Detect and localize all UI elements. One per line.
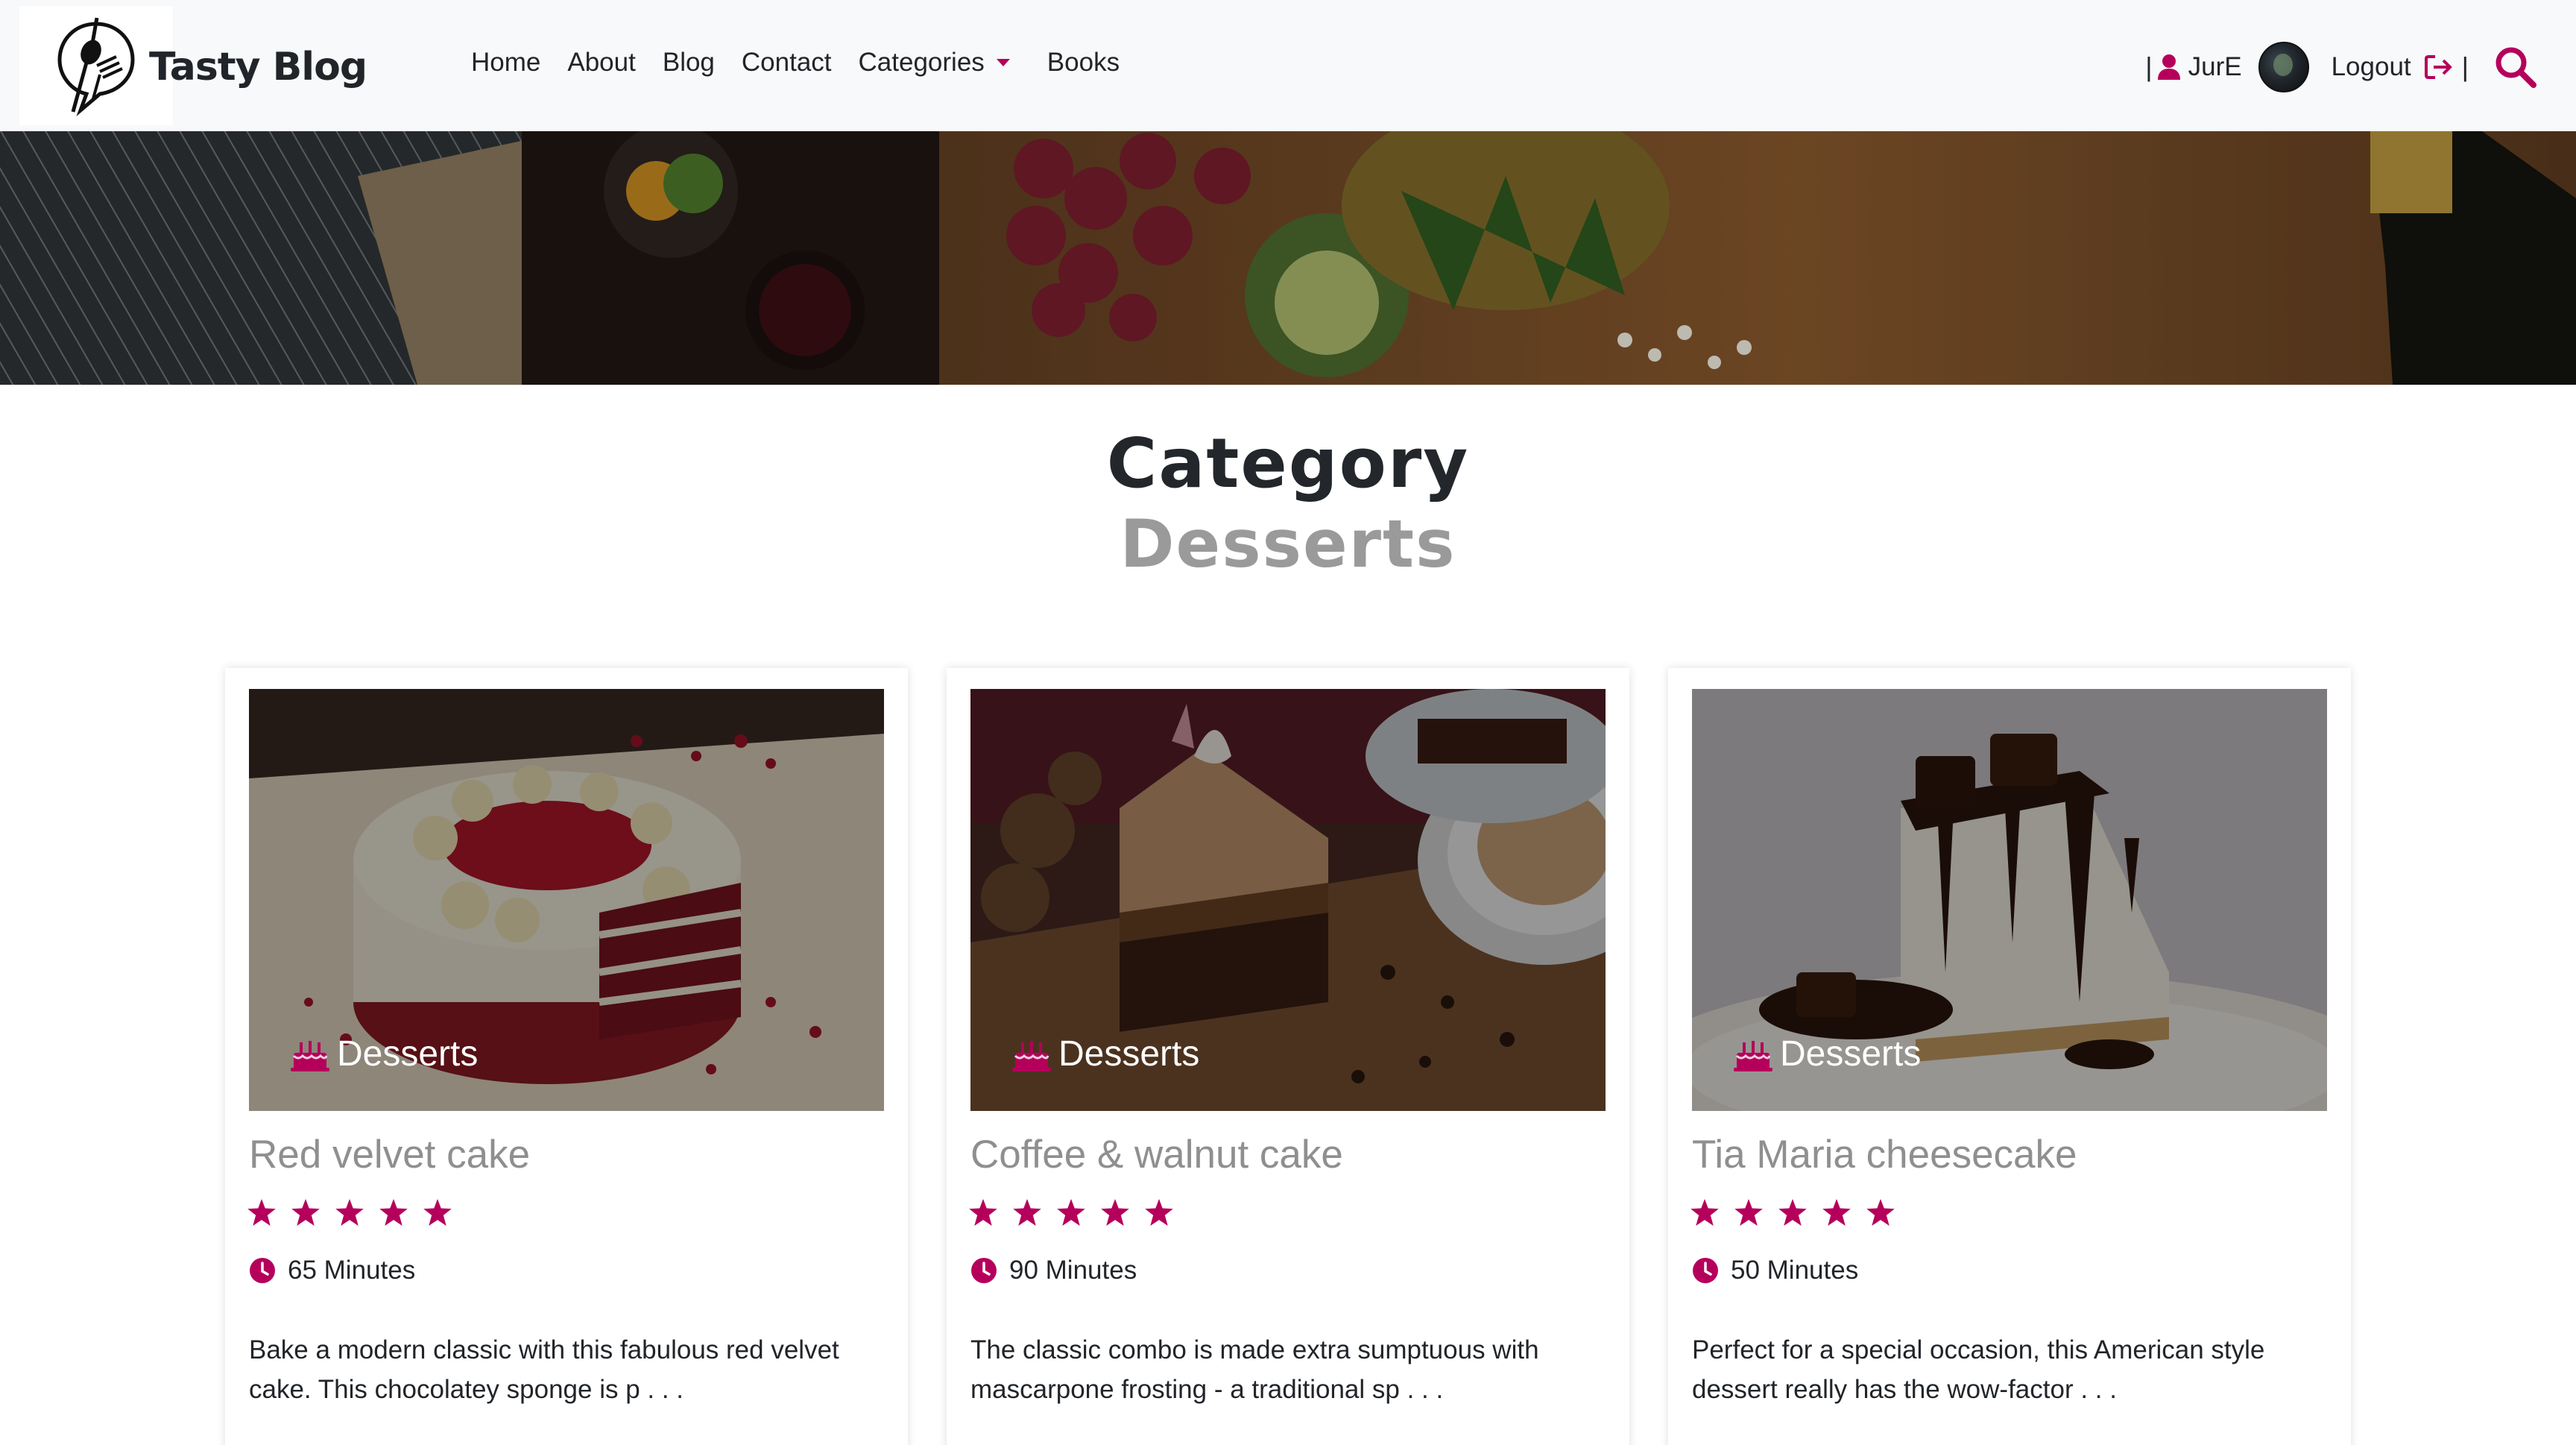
separator: | <box>2145 51 2153 82</box>
rating-stars <box>1690 1199 1910 1226</box>
category-label: Desserts <box>337 1034 479 1074</box>
logout-link[interactable]: Logout <box>2332 52 2411 82</box>
category-badge[interactable]: Desserts <box>1011 1033 1199 1074</box>
recipe-card[interactable]: Desserts Coffee & walnut cake 90 Minutes… <box>947 668 1629 1445</box>
cook-time-label: 50 Minutes <box>1731 1256 1859 1285</box>
user-icon <box>2157 54 2180 80</box>
nav-about[interactable]: About <box>567 48 635 78</box>
spoon-fork-chat-icon <box>57 17 135 116</box>
recipe-image[interactable]: Desserts <box>1692 689 2327 1111</box>
page-heading: Category Desserts <box>0 422 2576 583</box>
nav-home[interactable]: Home <box>471 48 540 78</box>
star-icon <box>1822 1199 1851 1226</box>
cake-icon <box>291 1040 329 1071</box>
rating-stars <box>247 1199 467 1226</box>
recipe-image[interactable]: Desserts <box>249 689 884 1111</box>
recipe-title[interactable]: Red velvet cake <box>249 1132 530 1177</box>
cook-time-label: 65 Minutes <box>288 1256 416 1285</box>
recipe-title[interactable]: Tia Maria cheesecake <box>1692 1132 2077 1177</box>
brand-name[interactable]: Tasty Blog <box>149 45 367 89</box>
category-label: Desserts <box>1780 1034 1922 1074</box>
hero-food-image <box>0 131 2576 385</box>
star-icon <box>1734 1199 1763 1226</box>
cook-time: 90 Minutes <box>970 1256 1137 1285</box>
cake-icon <box>1734 1040 1772 1071</box>
star-icon <box>1866 1199 1895 1226</box>
star-icon <box>1013 1199 1041 1226</box>
cook-time: 65 Minutes <box>249 1256 415 1285</box>
star-icon <box>1101 1199 1129 1226</box>
star-icon <box>247 1199 276 1226</box>
user-menu: | JurE Logout | <box>2141 40 2537 94</box>
nav-books[interactable]: Books <box>1047 48 1120 78</box>
navbar: Tasty Blog Home About Blog Contact Categ… <box>0 0 2576 131</box>
cake-icon <box>1012 1040 1051 1071</box>
star-icon <box>1057 1199 1085 1226</box>
star-icon <box>969 1199 997 1226</box>
search-button[interactable] <box>2494 45 2537 89</box>
nav-categories-dropdown[interactable]: Categories <box>859 48 1010 78</box>
cook-time-label: 90 Minutes <box>1009 1256 1137 1285</box>
category-name: Desserts <box>1120 506 1456 582</box>
recipe-image[interactable]: Desserts <box>970 689 1606 1111</box>
star-icon <box>1690 1199 1719 1226</box>
recipe-card[interactable]: Desserts Red velvet cake 65 Minutes Bake… <box>225 668 908 1445</box>
recipe-title[interactable]: Coffee & walnut cake <box>970 1132 1343 1177</box>
recipe-description: Bake a modern classic with this fabulous… <box>249 1335 839 1404</box>
rating-stars <box>969 1199 1189 1226</box>
avatar[interactable] <box>2258 42 2309 92</box>
nav-contact[interactable]: Contact <box>742 48 832 78</box>
separator: | <box>2461 51 2469 82</box>
clock-icon <box>971 1258 997 1283</box>
nav-categories-label: Categories <box>858 48 985 77</box>
star-icon <box>1778 1199 1807 1226</box>
star-icon <box>291 1199 320 1226</box>
category-badge[interactable]: Desserts <box>289 1033 478 1074</box>
star-icon <box>379 1199 408 1226</box>
star-icon <box>423 1199 452 1226</box>
logout-icon[interactable] <box>2424 54 2453 80</box>
category-badge[interactable]: Desserts <box>1732 1033 1921 1074</box>
category-label: Desserts <box>1058 1034 1200 1074</box>
hero-banner <box>0 131 2576 385</box>
recipe-description: Perfect for a special occasion, this Ame… <box>1692 1335 2265 1404</box>
clock-icon <box>250 1258 275 1283</box>
recipe-description: The classic combo is made extra sumptuou… <box>970 1335 1539 1404</box>
main-nav: Home About Blog Contact Categories Books <box>471 48 1146 78</box>
star-icon <box>335 1199 364 1226</box>
recipe-card[interactable]: Desserts Tia Maria cheesecake 50 Minutes… <box>1668 668 2351 1445</box>
clock-icon <box>1693 1258 1718 1283</box>
nav-blog[interactable]: Blog <box>663 48 715 78</box>
cook-time: 50 Minutes <box>1692 1256 1858 1285</box>
page-title: Category <box>1106 424 1470 503</box>
username[interactable]: JurE <box>2188 52 2242 82</box>
star-icon <box>1145 1199 1173 1226</box>
caret-down-icon <box>996 59 1010 66</box>
search-icon <box>2496 47 2536 88</box>
